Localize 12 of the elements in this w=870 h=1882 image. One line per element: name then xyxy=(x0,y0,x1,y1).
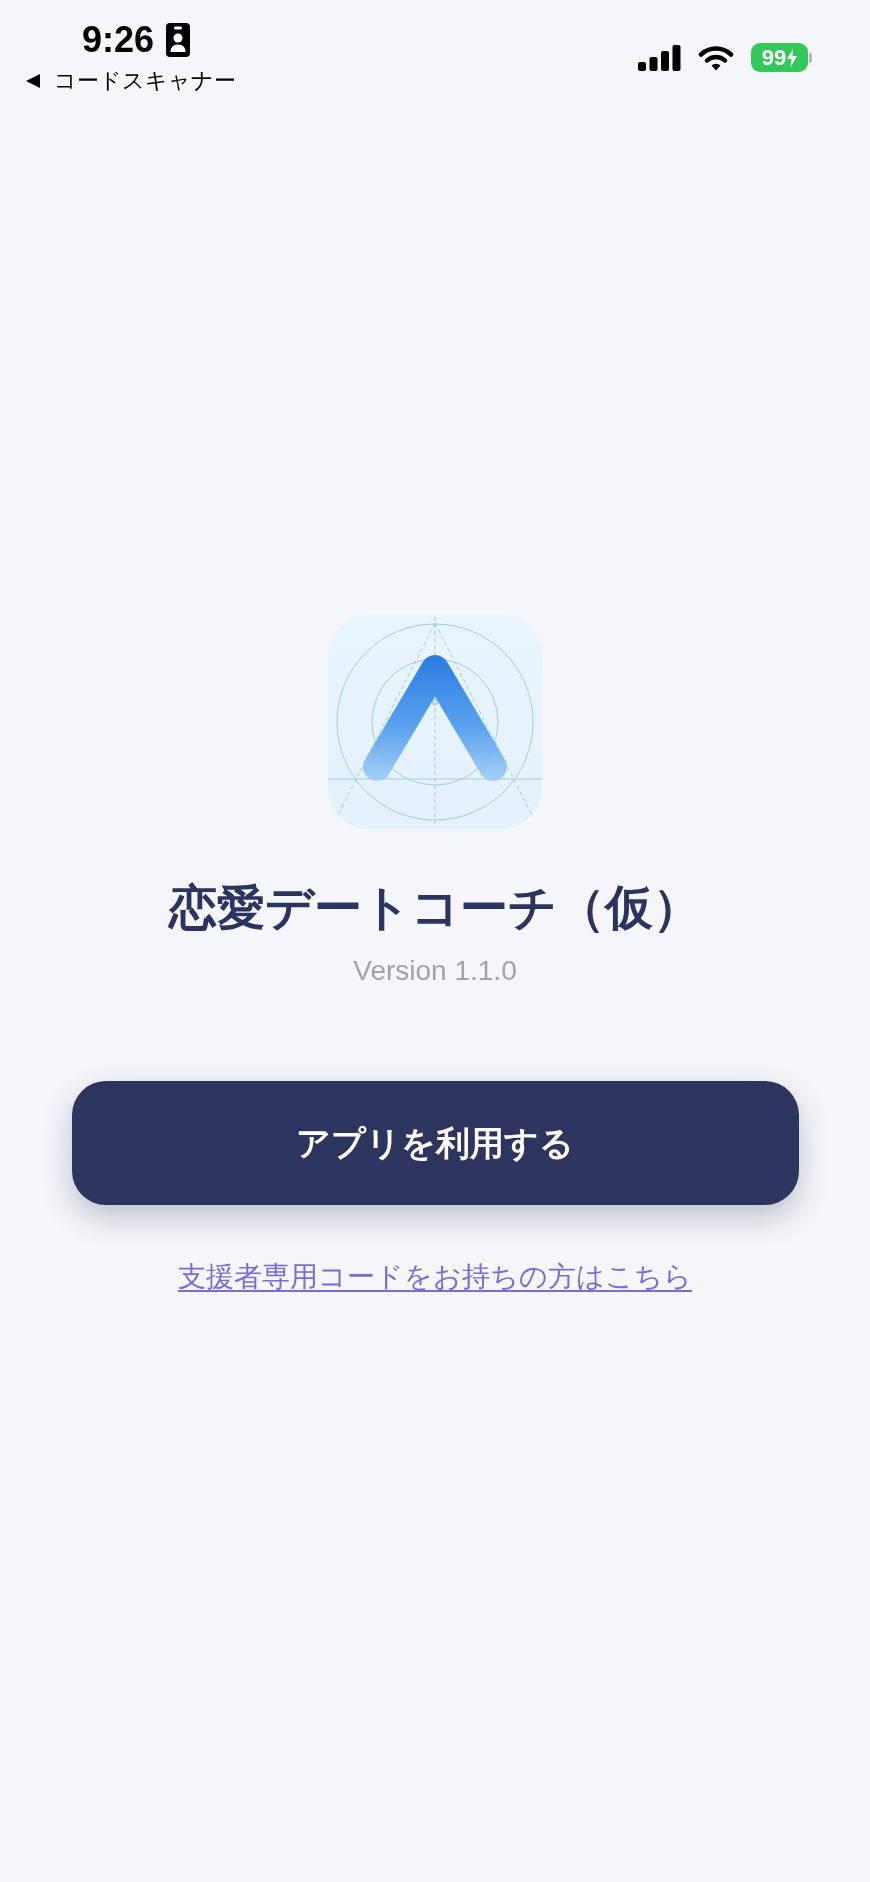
battery-percent: 99 xyxy=(761,46,787,69)
version-text: Version 1.1.0 xyxy=(353,953,517,988)
use-app-button[interactable]: アプリを利用する xyxy=(71,1081,799,1206)
status-time: 9:26 xyxy=(82,22,155,58)
back-icon xyxy=(26,74,40,88)
bolt-icon xyxy=(787,48,798,67)
wifi-icon xyxy=(698,44,734,71)
signal-bars-icon xyxy=(638,44,681,71)
app-title: 恋愛デートコーチ（仮） xyxy=(169,880,701,936)
supporter-code-link[interactable]: 支援者専用コードをお持ちの方はこちら xyxy=(178,1260,692,1294)
back-button[interactable]: コードスキャナー xyxy=(26,68,236,94)
id-badge-icon xyxy=(166,23,191,57)
